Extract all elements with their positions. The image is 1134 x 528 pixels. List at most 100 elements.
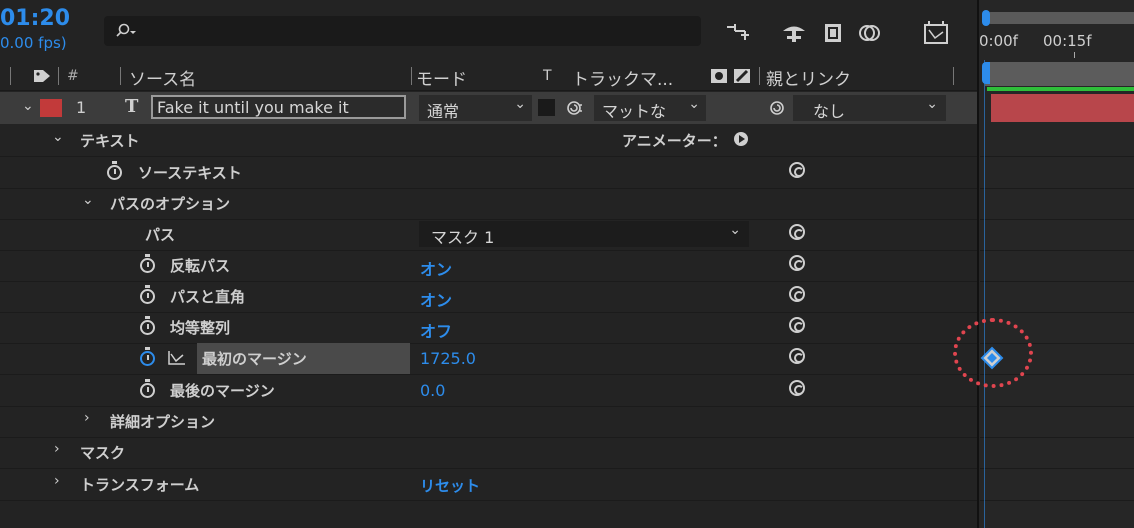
stopwatch-icon[interactable] — [140, 254, 155, 273]
transform-reset-link[interactable]: リセット — [420, 475, 480, 496]
layer-number: 1 — [76, 98, 87, 117]
parent-dropdown[interactable]: なし ⌄ — [793, 95, 946, 121]
work-area-green-line — [987, 87, 1134, 91]
property-row-masks[interactable]: › マスク — [0, 437, 977, 469]
last-margin-value[interactable]: 0.0 — [420, 381, 445, 400]
search-field[interactable] — [140, 20, 684, 42]
motion-blur-icon[interactable] — [857, 22, 883, 44]
column-mode-header[interactable]: モード — [416, 65, 467, 90]
work-area-bar[interactable] — [985, 62, 1134, 86]
column-divider — [120, 67, 121, 85]
expression-pickwhip-icon[interactable] — [789, 317, 805, 333]
timeline-row — [980, 437, 1134, 469]
timeline-navigator-bar[interactable] — [985, 12, 1134, 24]
frame-blending-icon[interactable] — [822, 22, 844, 44]
current-time-indicator-line[interactable] — [984, 60, 985, 528]
property-row-transform[interactable]: › トランスフォーム リセット — [0, 469, 977, 501]
expression-pickwhip-icon[interactable] — [789, 348, 805, 364]
stopwatch-icon[interactable] — [140, 316, 155, 335]
time-ruler-label: 0:00f — [979, 32, 1018, 50]
preserve-transparency-checkbox[interactable] — [538, 99, 555, 116]
composition-flowchart-icon[interactable] — [725, 23, 753, 43]
layer-duration-bar[interactable] — [991, 94, 1134, 122]
expression-pickwhip-icon[interactable] — [789, 286, 805, 302]
animator-label: アニメーター： — [622, 132, 727, 150]
timeline-row — [980, 188, 1134, 220]
property-row-path-options[interactable]: ⌄ パスのオプション — [0, 188, 977, 220]
label-tag-icon[interactable] — [32, 68, 54, 84]
property-row-reverse-path[interactable]: 反転パス オン — [0, 250, 977, 282]
property-row-more-options[interactable]: › 詳細オプション — [0, 406, 977, 438]
property-row-path[interactable]: パス マスク 1 ⌄ — [0, 219, 977, 251]
stopwatch-icon[interactable] — [140, 379, 155, 398]
layer-name-text: Fake it until you make it — [157, 98, 349, 117]
search-input[interactable] — [104, 16, 701, 46]
highlight-ring — [953, 318, 1033, 388]
column-source-name-header[interactable]: ソース名 — [129, 65, 196, 90]
column-parent-link-header[interactable]: 親とリンク — [766, 65, 851, 90]
column-divider — [759, 67, 760, 85]
chevron-right-icon[interactable]: › — [54, 441, 60, 457]
property-path: パス — [145, 226, 176, 244]
chevron-down-icon: ⌄ — [514, 96, 526, 112]
timeline-row — [980, 125, 1134, 157]
layer-label-color[interactable] — [40, 99, 62, 117]
graph-editor-icon[interactable] — [921, 20, 953, 46]
matte-invert-icon[interactable] — [733, 68, 751, 84]
fps-display: 0.00 fps) — [0, 34, 67, 52]
property-row-first-margin[interactable]: 最初のマージン 1725.0 — [0, 343, 977, 375]
column-t-header[interactable]: T — [543, 68, 552, 84]
draft-3d-icon[interactable] — [781, 22, 807, 44]
column-divider — [58, 67, 59, 85]
animator-play-icon[interactable] — [733, 131, 749, 147]
expression-pickwhip-icon[interactable] — [789, 255, 805, 271]
timeline-row — [980, 250, 1134, 282]
column-track-matte-header[interactable]: トラックマ... — [572, 65, 673, 90]
property-force-align: 均等整列 — [170, 319, 231, 337]
chevron-down-icon: ⌄ — [729, 222, 741, 238]
property-row-source-text[interactable]: ソーステキスト — [0, 157, 977, 189]
navigator-start-handle[interactable] — [982, 10, 990, 26]
path-dropdown[interactable]: マスク 1 ⌄ — [419, 221, 749, 247]
column-number-header[interactable]: # — [67, 68, 79, 84]
property-row-text[interactable]: ⌄ テキスト アニメーター： — [0, 125, 977, 157]
layer-name-field[interactable]: Fake it until you make it — [151, 95, 406, 119]
chevron-right-icon[interactable]: › — [84, 410, 90, 426]
timecode-display[interactable]: 01:20 — [0, 6, 70, 31]
property-first-margin: 最初のマージン — [202, 350, 307, 368]
graph-icon[interactable] — [167, 350, 187, 366]
chevron-down-icon[interactable]: ⌄ — [82, 192, 94, 208]
column-divider — [953, 67, 954, 85]
property-group-text: テキスト — [80, 132, 140, 150]
property-more-options: 詳細オプション — [110, 413, 216, 431]
reverse-path-value[interactable]: オン — [420, 256, 452, 280]
stopwatch-icon[interactable] — [107, 161, 122, 180]
expression-pickwhip-icon[interactable] — [789, 380, 805, 396]
chevron-down-icon[interactable]: ⌄ — [52, 129, 64, 145]
chevron-right-icon[interactable]: › — [54, 473, 60, 489]
stopwatch-active-icon[interactable] — [140, 347, 155, 366]
chevron-down-icon: ⌄ — [926, 96, 938, 112]
matte-alpha-icon[interactable] — [710, 68, 728, 84]
layer-expand-chevron-icon[interactable]: ⌄ — [22, 98, 34, 114]
stopwatch-icon[interactable] — [140, 285, 155, 304]
first-margin-value[interactable]: 1725.0 — [420, 349, 476, 368]
perpendicular-value[interactable]: オン — [420, 287, 452, 311]
layer-row[interactable]: ⌄ 1 T Fake it until you make it 通常 ⌄ マット… — [0, 92, 977, 124]
property-row-last-margin[interactable]: 最後のマージン 0.0 — [0, 375, 977, 407]
time-ruler-label: 00:15f — [1043, 32, 1092, 50]
force-align-value[interactable]: オフ — [420, 318, 452, 342]
property-perpendicular: パスと直角 — [170, 288, 246, 306]
track-matte-dropdown[interactable]: マットな ⌄ — [594, 95, 706, 121]
parent-pickwhip-icon[interactable] — [768, 100, 786, 116]
expression-pickwhip-icon[interactable] — [789, 162, 805, 178]
layer-type-glyph: T — [125, 96, 139, 117]
expression-pickwhip-icon[interactable] — [789, 224, 805, 240]
property-row-perpendicular[interactable]: パスと直角 オン — [0, 281, 977, 313]
matte-link-spiral-icon[interactable] — [566, 100, 584, 116]
path-dropdown-value: マスク 1 — [431, 228, 495, 247]
mode-dropdown[interactable]: 通常 ⌄ — [419, 95, 532, 121]
property-row-force-align[interactable]: 均等整列 オフ — [0, 312, 977, 344]
timeline-row — [980, 157, 1134, 189]
property-path-options: パスのオプション — [110, 195, 231, 213]
